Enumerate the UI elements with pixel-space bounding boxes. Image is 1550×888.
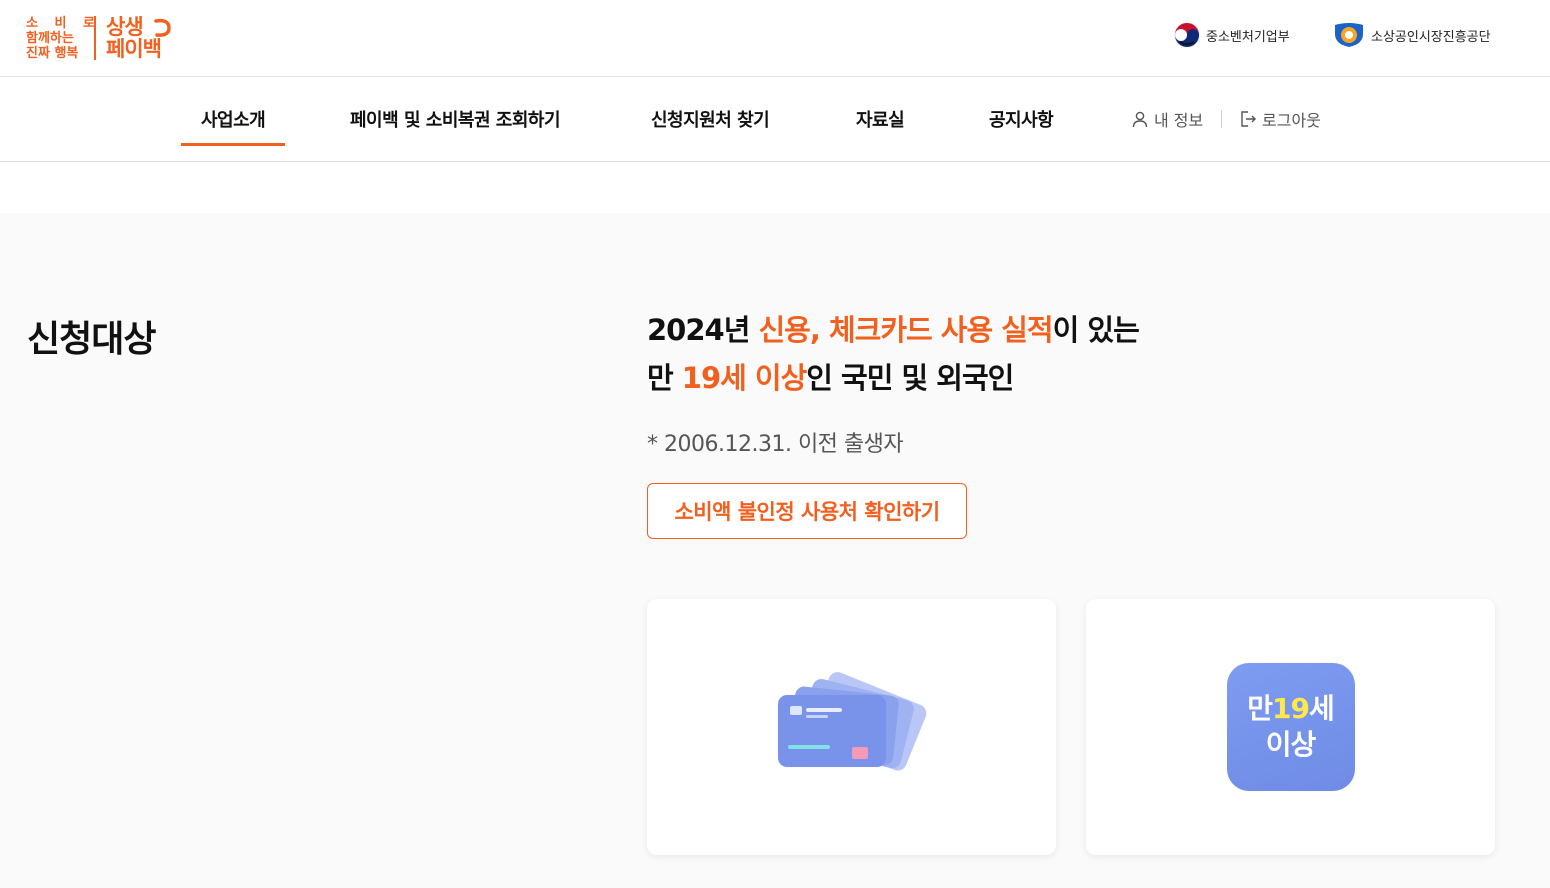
site-logo[interactable]: 소 비 로 함께하는 진짜 행복 상생 페이백 bbox=[26, 12, 176, 64]
logo-brand-line2: 페이백 bbox=[106, 37, 162, 61]
agency-mss-label: 중소벤처기업부 bbox=[1206, 29, 1290, 45]
logo-divider bbox=[94, 16, 96, 60]
headline-l2-highlight: 19세 이상 bbox=[681, 361, 807, 395]
logo-slogan-line2: 함께하는 bbox=[26, 30, 74, 46]
age-badge-line1: 만19세 bbox=[1247, 691, 1334, 727]
age-badge-number: 19 bbox=[1272, 692, 1310, 725]
agency-semas-link[interactable]: 소상공인시장진흥공단 bbox=[1333, 22, 1491, 48]
nav-item-archive[interactable]: 자료실 bbox=[856, 77, 905, 161]
card-credit-usage bbox=[647, 599, 1056, 855]
age-badge-icon: 만19세 이상 bbox=[1226, 663, 1355, 791]
credit-cards-icon bbox=[777, 672, 926, 771]
my-info-link[interactable]: 내 정보 bbox=[1131, 77, 1203, 161]
nav-item-notices[interactable]: 공지사항 bbox=[989, 77, 1054, 161]
nav-item-payback-lookup[interactable]: 페이백 및 소비복권 조회하기 bbox=[350, 77, 561, 161]
ministry-emblem-icon bbox=[1174, 22, 1200, 48]
logo-slogan-line3: 진짜 행복 bbox=[26, 45, 79, 61]
headline-line2: 만 19세 이상인 국민 및 외국인 bbox=[647, 354, 1139, 402]
headline-line1: 2024년 신용, 체크카드 사용 실적이 있는 bbox=[647, 306, 1140, 354]
headline-l2-a: 만 bbox=[647, 361, 682, 395]
user-icon bbox=[1132, 111, 1148, 128]
section-title: 신청대상 bbox=[27, 319, 156, 360]
age-badge-prefix: 만 bbox=[1247, 692, 1273, 725]
eligibility-headline: 2024년 신용, 체크카드 사용 실적이 있는 만 19세 이상인 국민 및 … bbox=[647, 306, 1140, 402]
logo-arrow-icon bbox=[154, 18, 171, 37]
nav-item-support-finder[interactable]: 신청지원처 찾기 bbox=[651, 77, 770, 161]
main-section: 신청대상 2024년 신용, 체크카드 사용 실적이 있는 만 19세 이상인 … bbox=[0, 213, 1550, 888]
birthdate-note: * 2006.12.31. 이전 출생자 bbox=[647, 432, 904, 457]
my-info-label: 내 정보 bbox=[1154, 111, 1204, 130]
top-header: 소 비 로 함께하는 진짜 행복 상생 페이백 중소벤처기업부 소상공인시장진흥… bbox=[0, 0, 1550, 77]
age-badge-suffix: 세 bbox=[1308, 692, 1335, 725]
util-divider bbox=[1221, 110, 1222, 128]
headline-l2-c: 인 국민 및 외국인 bbox=[806, 361, 1014, 395]
agency-semas-label: 소상공인시장진흥공단 bbox=[1371, 29, 1491, 45]
main-nav: 사업소개 페이백 및 소비복권 조회하기 신청지원처 찾기 자료실 공지사항 내… bbox=[0, 77, 1550, 162]
headline-l1-a: 2024년 bbox=[647, 313, 759, 347]
age-badge-line2: 이상 bbox=[1265, 728, 1317, 761]
logout-icon bbox=[1241, 111, 1256, 127]
logo-slogan: 소 비 로 함께하는 진짜 행복 bbox=[26, 15, 101, 61]
semas-logo-icon bbox=[1335, 23, 1363, 47]
headline-l1-c: 이 있는 bbox=[1052, 313, 1140, 347]
logout-label: 로그아웃 bbox=[1262, 111, 1321, 130]
logout-link[interactable]: 로그아웃 bbox=[1239, 77, 1321, 161]
agency-mss-link[interactable]: 중소벤처기업부 bbox=[1174, 22, 1290, 48]
logo-slogan-line1: 소 비 로 bbox=[26, 15, 101, 31]
nav-item-intro[interactable]: 사업소개 bbox=[180, 77, 286, 161]
logo-brand: 상생 페이백 bbox=[106, 16, 176, 60]
check-excluded-merchants-button[interactable]: 소비액 불인정 사용처 확인하기 bbox=[647, 483, 967, 539]
card-age-requirement: 만19세 이상 bbox=[1086, 599, 1495, 855]
headline-l1-highlight: 신용, 체크카드 사용 실적 bbox=[758, 313, 1054, 347]
